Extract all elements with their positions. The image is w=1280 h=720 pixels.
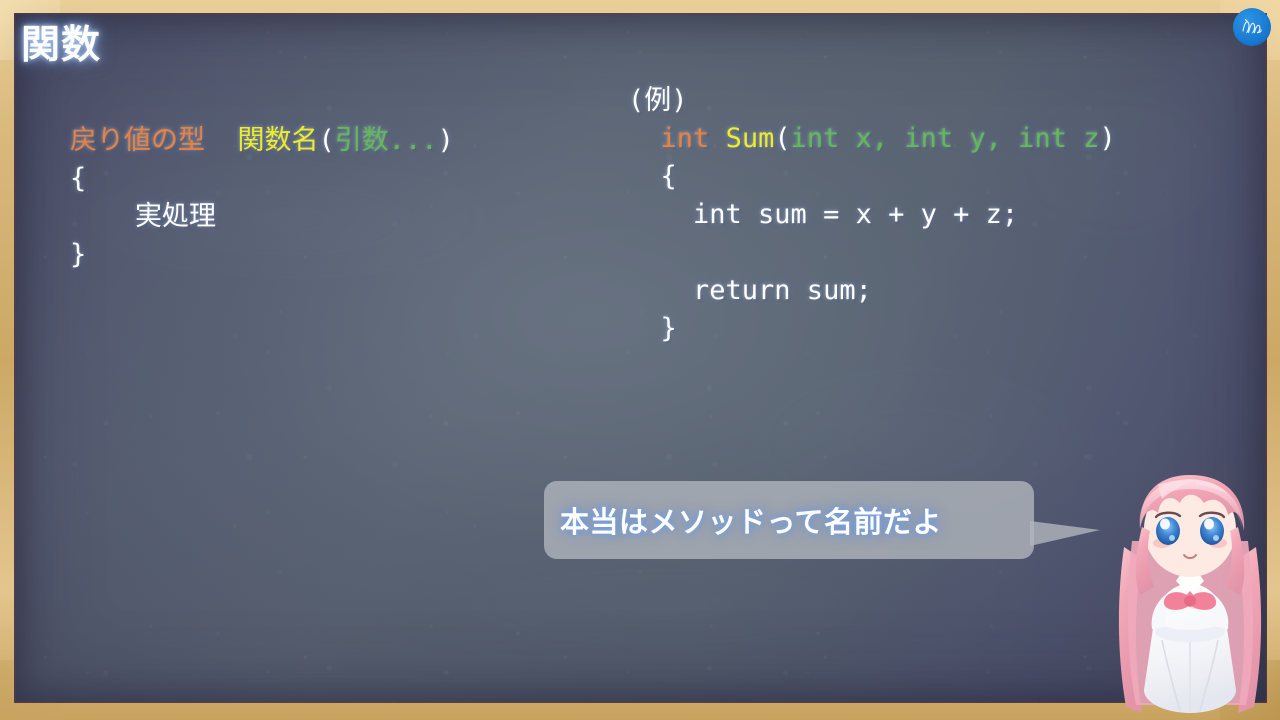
code-line: }	[70, 236, 454, 274]
code-token-plain: {	[628, 161, 677, 192]
page-title: 関数	[21, 23, 102, 68]
function-syntax-template: 戻り値の型 関数名(引数...){ 実処理}	[70, 122, 454, 274]
code-token-type: 戻り値の型	[70, 125, 205, 156]
channel-logo-mark	[1242, 18, 1262, 34]
code-line: int Sum(int x, int y, int z)	[628, 120, 1116, 158]
code-line: {	[70, 160, 454, 198]
code-token-name: Sum	[725, 123, 775, 154]
slide-root: 関数 戻り値の型 関数名(引数...){ 実処理} (例) int Sum(in…	[0, 0, 1280, 720]
code-token-punct: (	[774, 123, 791, 154]
code-token-name: 関数名	[237, 125, 319, 156]
code-line: return sum;	[628, 272, 1116, 310]
code-example-sum: (例) int Sum(int x, int y, int z) { int s…	[628, 82, 1116, 348]
code-token-param: int x, int y, int z	[790, 123, 1100, 154]
code-line: int sum = x + y + z;	[628, 196, 1116, 234]
code-token-plain: return sum;	[628, 275, 872, 306]
code-token-plain: }	[70, 239, 87, 270]
code-token-plain: (例)	[628, 85, 688, 116]
code-line: 戻り値の型 関数名(引数...)	[70, 122, 454, 160]
code-token-plain: {	[70, 163, 87, 194]
code-token-punct: )	[437, 125, 454, 156]
code-token-type: int	[660, 123, 710, 154]
code-token-plain: 実処理	[70, 201, 217, 232]
code-token-plain: int sum = x + y + z;	[628, 199, 1019, 230]
code-line: 実処理	[70, 198, 454, 236]
channel-logo[interactable]	[1233, 8, 1271, 46]
speech-bubble-text: 本当はメソッドって名前だよ	[560, 505, 943, 539]
code-token-punct: )	[1099, 123, 1116, 154]
code-line: (例)	[628, 82, 1116, 120]
speech-bubble-tail	[1030, 521, 1100, 546]
code-line	[628, 234, 1116, 272]
speech-bubble: 本当はメソッドって名前だよ	[544, 481, 1034, 559]
code-line: }	[628, 310, 1116, 348]
code-token-param: 引数...	[334, 125, 438, 156]
code-line: {	[628, 158, 1116, 196]
code-token-punct: (	[318, 125, 335, 156]
code-token-plain: }	[628, 313, 677, 344]
